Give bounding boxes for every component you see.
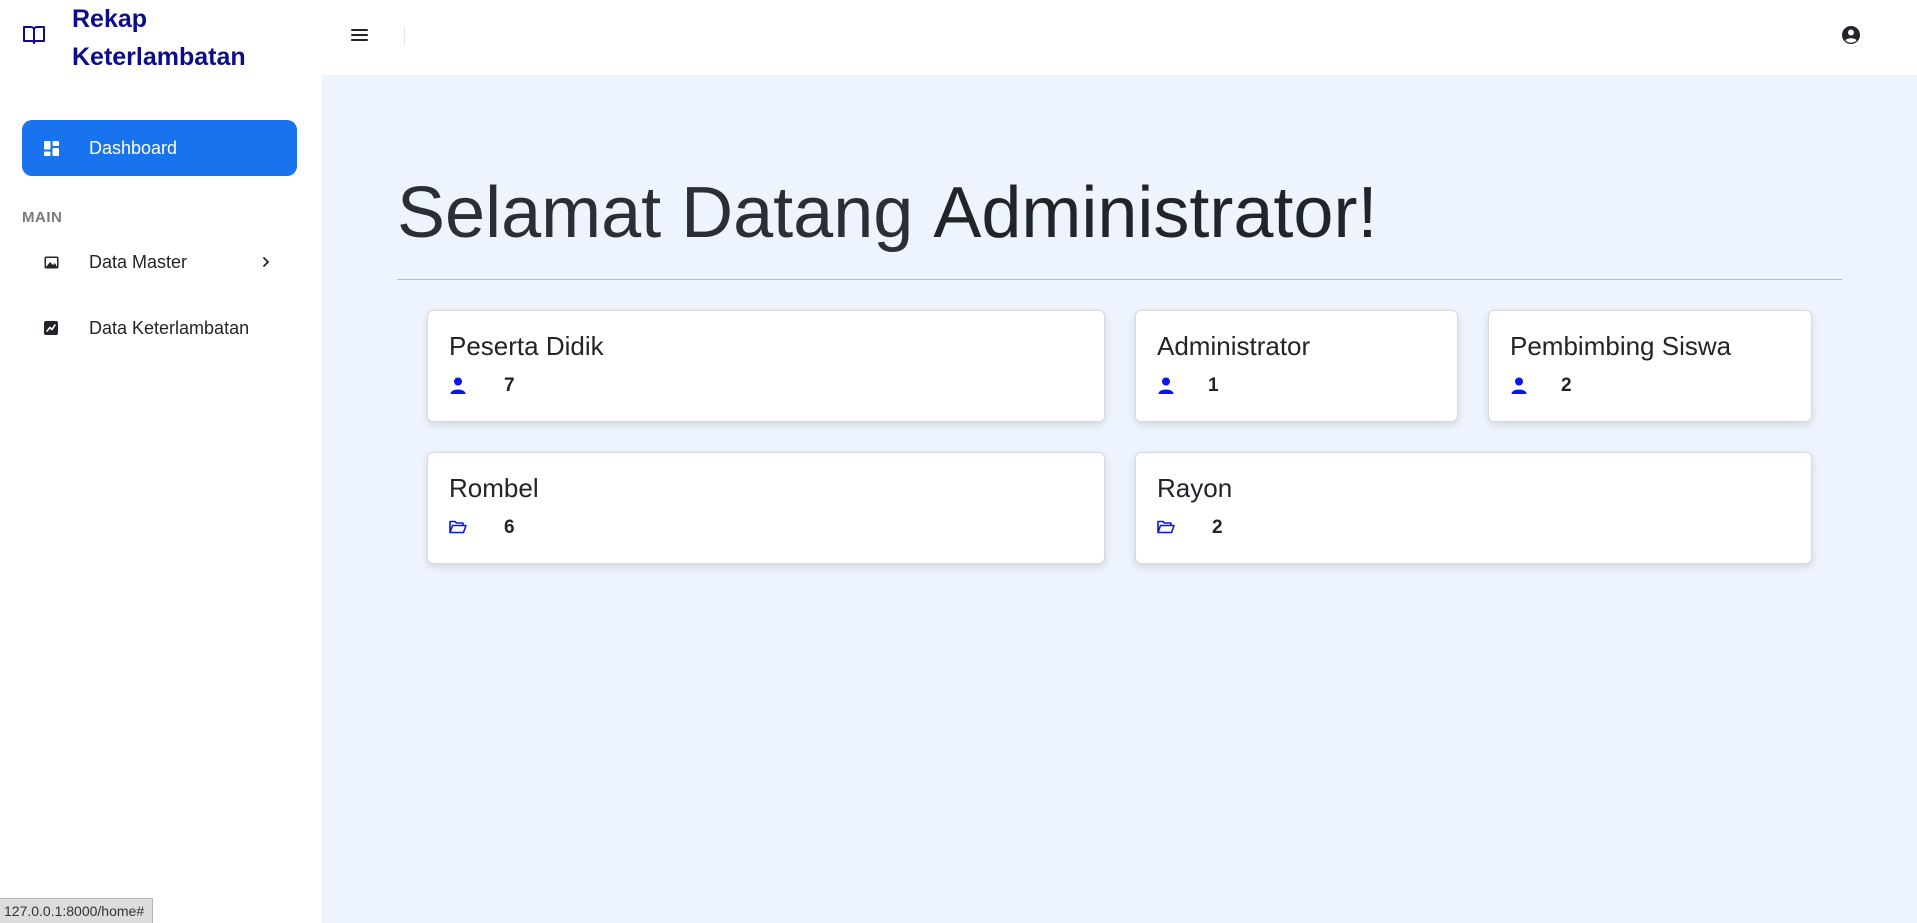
welcome-text: Selamat Datang [397, 173, 914, 253]
card-count: 7 [504, 375, 515, 396]
user-icon [1157, 376, 1175, 394]
card-count: 6 [504, 517, 515, 538]
stat-card-rombel[interactable]: Rombel 6 [427, 452, 1105, 564]
card-title: Administrator [1157, 331, 1311, 361]
welcome-username: Administrator! [933, 173, 1378, 253]
card-title: Peserta Didik [449, 331, 604, 361]
folder-open-icon [449, 518, 467, 536]
status-bar-url: 127.0.0.1:8000/home# [0, 898, 154, 923]
card-count: 2 [1561, 375, 1572, 396]
sidebar-item-label: Data Keterlambatan [89, 317, 250, 338]
sidebar-item-label: Dashboard [89, 137, 178, 158]
user-icon [449, 376, 467, 394]
card-title: Rayon [1157, 473, 1233, 503]
chart-line-icon [40, 317, 62, 339]
card-title: Rombel [449, 473, 539, 503]
brand-title: Rekap Keterlambatan [72, 5, 246, 71]
title-divider [397, 279, 1842, 280]
chevron-right-icon [259, 252, 273, 272]
user-icon [1510, 376, 1528, 394]
sidebar-item-dashboard[interactable]: Dashboard [22, 120, 297, 176]
sidebar-section-label: MAIN [22, 209, 63, 226]
user-circle-icon[interactable] [1841, 25, 1861, 45]
topbar-divider [404, 26, 405, 46]
sidebar-item-data-keterlambatan[interactable]: Data Keterlambatan [22, 300, 297, 356]
stat-card-rayon[interactable]: Rayon 2 [1135, 452, 1812, 564]
card-count: 1 [1208, 375, 1219, 396]
card-title: Pembimbing Siswa [1510, 331, 1732, 361]
hamburger-icon[interactable] [348, 24, 370, 46]
card-count: 2 [1212, 517, 1223, 538]
brand[interactable]: Rekap Keterlambatan [0, 0, 322, 75]
stat-card-peserta-didik[interactable]: Peserta Didik 7 [427, 310, 1105, 422]
folder-open-icon [1157, 518, 1175, 536]
stat-card-administrator[interactable]: Administrator 1 [1135, 310, 1458, 422]
image-icon [40, 251, 62, 273]
stat-card-pembimbing-siswa[interactable]: Pembimbing Siswa 2 [1488, 310, 1812, 422]
sidebar-item-data-master[interactable]: Data Master [22, 234, 297, 290]
page-title: Selamat Datang Administrator! [397, 168, 1377, 258]
sidebar-item-label: Data Master [89, 251, 188, 272]
book-open-icon [22, 22, 46, 46]
sidebar: Rekap Keterlambatan Dashboard MAIN Data … [0, 0, 322, 923]
dashboard-icon [40, 137, 62, 159]
topbar [322, 0, 1917, 75]
